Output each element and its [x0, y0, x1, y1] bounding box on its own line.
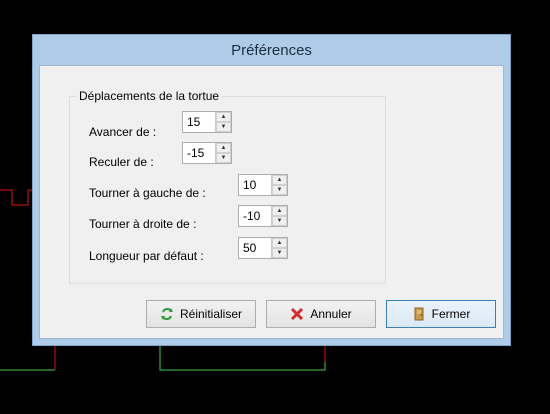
reset-button[interactable]: Réinitialiser [146, 300, 256, 328]
red-x-icon [290, 307, 304, 321]
turn-right-spinbox[interactable]: -10 ▲ ▼ [238, 205, 288, 227]
default-length-value[interactable]: 50 [239, 238, 271, 258]
turn-left-spinbox[interactable]: 10 ▲ ▼ [238, 174, 288, 196]
default-length-row: Longueur par défaut : [89, 245, 204, 267]
default-length-spin-buttons: ▲ ▼ [271, 238, 287, 258]
spin-down-icon[interactable]: ▼ [216, 153, 231, 163]
preferences-dialog: Préférences Déplacements de la tortue Av… [32, 34, 511, 346]
backward-spin-buttons: ▲ ▼ [215, 143, 231, 163]
cancel-label: Annuler [310, 307, 352, 321]
turn-left-spin-buttons: ▲ ▼ [271, 175, 287, 195]
forward-spinbox[interactable]: 15 ▲ ▼ [182, 111, 232, 133]
turn-right-spin-buttons: ▲ ▼ [271, 206, 287, 226]
turn-left-value[interactable]: 10 [239, 175, 271, 195]
cancel-button[interactable]: Annuler [266, 300, 376, 328]
backward-row: Reculer de : [89, 151, 154, 173]
group-title: Déplacements de la tortue [76, 89, 223, 103]
close-button[interactable]: Fermer [386, 300, 496, 328]
spin-up-icon[interactable]: ▲ [272, 206, 287, 216]
spin-down-icon[interactable]: ▼ [272, 216, 287, 226]
dialog-title: Préférences [231, 41, 312, 59]
default-length-label: Longueur par défaut : [89, 249, 204, 263]
spin-up-icon[interactable]: ▲ [216, 143, 231, 153]
default-length-spinbox[interactable]: 50 ▲ ▼ [238, 237, 288, 259]
spin-down-icon[interactable]: ▼ [272, 248, 287, 258]
spin-up-icon[interactable]: ▲ [272, 175, 287, 185]
spin-up-icon[interactable]: ▲ [216, 112, 231, 122]
backward-value[interactable]: -15 [183, 143, 215, 163]
forward-row: Avancer de : [89, 121, 156, 143]
spin-down-icon[interactable]: ▼ [216, 122, 231, 132]
forward-label: Avancer de : [89, 125, 157, 139]
reset-label: Réinitialiser [179, 307, 243, 321]
door-icon [412, 307, 426, 321]
turn-left-row: Tourner à gauche de : [89, 182, 206, 204]
spin-down-icon[interactable]: ▼ [272, 185, 287, 195]
turn-left-label: Tourner à gauche de : [89, 186, 206, 200]
backward-spinbox[interactable]: -15 ▲ ▼ [182, 142, 232, 164]
turn-right-label: Tourner à droite de : [89, 217, 197, 231]
forward-value[interactable]: 15 [183, 112, 215, 132]
turn-right-value[interactable]: -10 [239, 206, 271, 226]
dialog-client-area: Déplacements de la tortue Avancer de : 1… [39, 65, 504, 339]
forward-spin-buttons: ▲ ▼ [215, 112, 231, 132]
turn-right-row: Tourner à droite de : [89, 213, 196, 235]
close-label: Fermer [431, 307, 471, 321]
backward-label: Reculer de : [89, 155, 154, 169]
spin-up-icon[interactable]: ▲ [272, 238, 287, 248]
refresh-arrows-icon [160, 307, 174, 321]
